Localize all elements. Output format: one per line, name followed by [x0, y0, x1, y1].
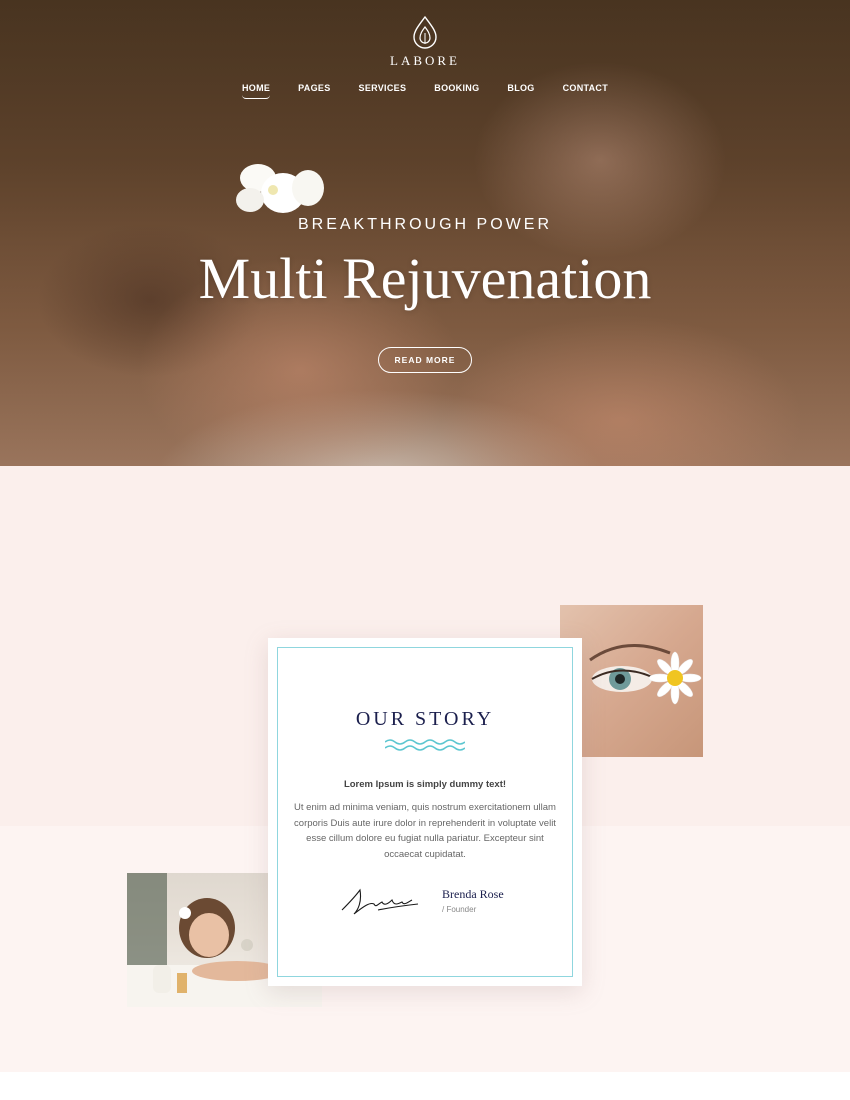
nav-item-booking[interactable]: BOOKING — [434, 83, 479, 99]
brand-name: LABORE — [390, 53, 460, 68]
wave-divider-icon — [385, 739, 465, 751]
story-title: OUR STORY — [355, 708, 495, 730]
story-body: Ut enim ad minima veniam, quis nostrum e… — [294, 802, 556, 860]
lotus-drop-icon — [413, 15, 437, 49]
signature-image — [341, 888, 419, 915]
nav-item-pages[interactable]: PAGES — [298, 83, 330, 99]
main-nav: HOME PAGES SERVICES BOOKING BLOG CONTACT — [0, 83, 850, 99]
hero-kicker: BREAKTHROUGH POWER — [297, 216, 552, 233]
nav-item-services[interactable]: SERVICES — [359, 83, 407, 99]
hero-banner: LABORE HOME PAGES SERVICES BOOKING BLOG … — [0, 0, 850, 540]
footer-strip — [0, 1072, 850, 1100]
daisy-icon — [648, 651, 702, 705]
read-more-button[interactable]: READ MORE — [378, 347, 472, 373]
nav-item-contact[interactable]: CONTACT — [563, 83, 608, 99]
nav-item-blog[interactable]: BLOG — [507, 83, 534, 99]
site-logo[interactable]: LABORE — [0, 15, 850, 69]
founder-name: Brenda Rose — [442, 887, 504, 901]
founder-role: / Founder — [442, 905, 477, 914]
hero-title: Multi Rejuvenation — [198, 246, 652, 311]
nav-item-home[interactable]: HOME — [241, 83, 271, 99]
story-lead: Lorem Ipsum is simply dummy text! — [343, 779, 507, 790]
our-story-card: OUR STORY Lorem Ipsum is simply dummy te… — [268, 638, 582, 986]
